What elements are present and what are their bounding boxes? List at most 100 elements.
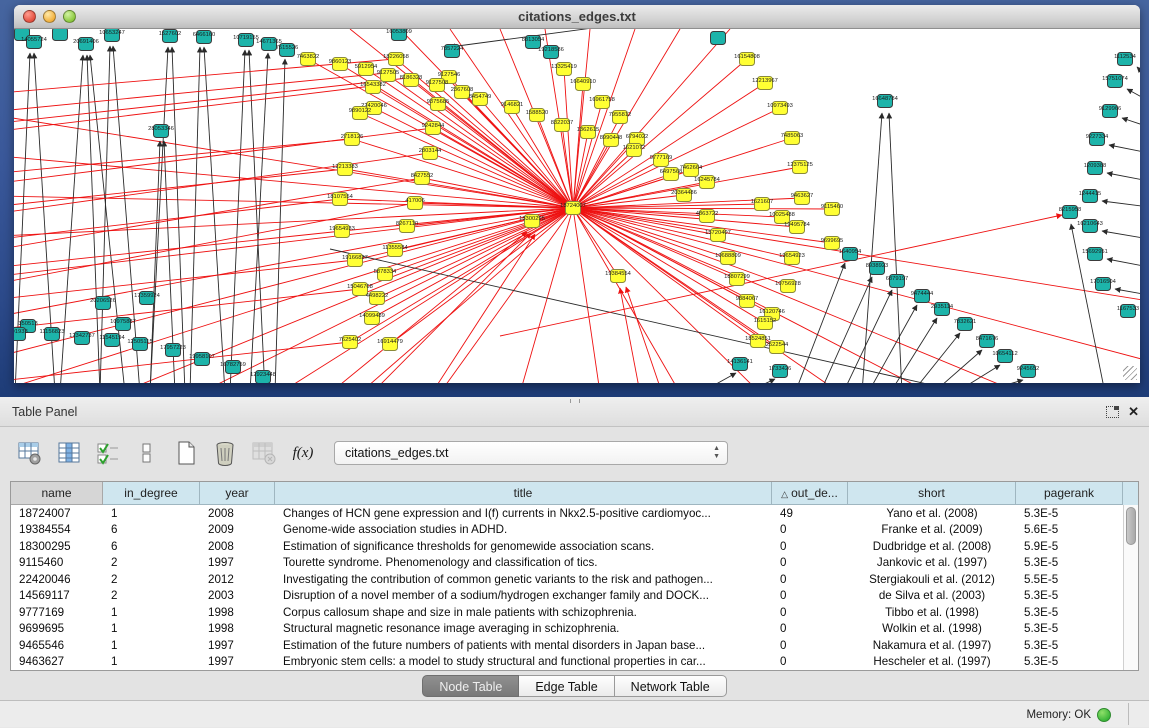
network-node[interactable]: 7625402 [339, 336, 362, 349]
network-node[interactable]: 9146821 [501, 101, 524, 114]
network-node[interactable]: 17359924 [134, 292, 161, 305]
network-node[interactable]: 16053809 [386, 29, 412, 41]
table-cell[interactable]: 0 [772, 573, 848, 586]
table-cell[interactable]: Yano et al. (2008) [848, 507, 1016, 520]
network-node[interactable]: 8471676 [976, 335, 999, 348]
table-cell[interactable]: Changes of HCN gene expression and I(f) … [275, 507, 772, 520]
table-cell[interactable]: 2012 [200, 573, 275, 586]
network-node[interactable]: 1621072 [623, 144, 646, 157]
network-node[interactable]: 20691406 [73, 38, 99, 51]
network-node[interactable]: 2935114 [931, 303, 954, 316]
table-cell[interactable]: 1 [103, 606, 200, 619]
network-node[interactable]: 11156823 [40, 328, 65, 341]
network-node[interactable]: 9127505 [377, 69, 400, 82]
network-node[interactable]: 1112534 [1114, 53, 1136, 66]
table-row[interactable]: 946362711997Embryonic stem cells: a mode… [11, 654, 1123, 671]
table-row[interactable]: 1872400712008Changes of HCN gene express… [11, 505, 1123, 522]
network-node[interactable]: 16154808 [734, 53, 760, 66]
table-cell[interactable]: 18300295 [11, 540, 103, 553]
table-cell[interactable]: Hescheler et al. (1997) [848, 655, 1016, 668]
table-cell[interactable]: 2008 [200, 507, 275, 520]
table-cell[interactable]: 2 [103, 556, 200, 569]
network-node[interactable]: 8454749 [469, 93, 492, 106]
network-node[interactable]: 417006 [405, 197, 424, 210]
table-cell[interactable]: 0 [772, 556, 848, 569]
vertical-scrollbar[interactable] [1123, 505, 1138, 670]
network-node[interactable]: 6466160 [193, 31, 216, 44]
network-node[interactable]: 16210643 [1077, 220, 1103, 233]
table-cell[interactable]: 1998 [200, 606, 275, 619]
table-cell[interactable]: 6 [103, 523, 200, 536]
column-header-short[interactable]: short [848, 482, 1016, 505]
network-node[interactable]: 12213967 [752, 77, 778, 90]
network-node[interactable]: 17957223 [160, 344, 186, 357]
table-cell[interactable]: Stergiakouli et al. (2012) [848, 573, 1016, 586]
column-header-in_degree[interactable]: in_degree [103, 482, 200, 505]
network-node[interactable]: 12505115 [127, 338, 152, 351]
table-cell[interactable]: 22420046 [11, 573, 103, 586]
network-node[interactable] [53, 29, 68, 41]
network-node[interactable]: 12213383 [332, 163, 358, 176]
float-panel-icon[interactable] [1106, 406, 1119, 418]
network-node[interactable]: 28053346 [148, 125, 174, 138]
network-node[interactable]: 16543382 [360, 81, 386, 94]
network-node[interactable]: 8267110 [396, 220, 418, 233]
table-cell[interactable]: 1997 [200, 556, 275, 569]
table-cell[interactable]: 5.3E-5 [1016, 639, 1123, 652]
network-node[interactable]: 7462664 [680, 164, 703, 177]
tab-node-table[interactable]: Node Table [422, 675, 519, 697]
table-cell[interactable]: Tourette syndrome. Phenomenology and cla… [275, 556, 772, 569]
table-cell[interactable]: Disruption of a novel member of a sodium… [275, 589, 772, 602]
table-row[interactable]: 969969511998Structural magnetic resonanc… [11, 621, 1123, 638]
network-node[interactable]: 16640910 [570, 78, 596, 91]
network-node[interactable]: 9884067 [736, 295, 759, 308]
network-node[interactable]: 7955812 [609, 111, 632, 124]
network-node[interactable]: 7463822 [297, 53, 320, 66]
network-node[interactable]: 15692951 [1082, 248, 1108, 261]
table-cell[interactable]: 19384554 [11, 523, 103, 536]
network-node[interactable]: 15720407 [705, 229, 731, 242]
table-cell[interactable]: 2 [103, 589, 200, 602]
network-node[interactable]: 16914479 [377, 338, 403, 351]
network-node[interactable]: 1167533 [1117, 305, 1139, 318]
network-node[interactable]: 9375685 [427, 98, 450, 111]
network-node[interactable]: 9127508 [426, 79, 449, 92]
network-node[interactable]: 4863722 [696, 210, 719, 223]
table-cell[interactable]: 1 [103, 655, 200, 668]
table-cell[interactable]: Structural magnetic resonance image aver… [275, 622, 772, 635]
network-node[interactable]: 9699695 [821, 237, 844, 250]
network-node[interactable]: 7485063 [781, 132, 804, 145]
table-cell[interactable]: Jankovic et al. (1997) [848, 556, 1016, 569]
table-cell[interactable]: Estimation of significance thresholds fo… [275, 540, 772, 553]
network-node[interactable]: 9115460 [821, 203, 843, 216]
delete-column-icon[interactable] [211, 439, 239, 467]
network-node[interactable]: 9890122 [349, 107, 372, 120]
network-node[interactable]: 18807299 [724, 273, 750, 286]
tab-network-table[interactable]: Network Table [615, 675, 727, 697]
table-cell[interactable]: Tibbo et al. (1998) [848, 606, 1016, 619]
network-node[interactable]: 8427552 [411, 172, 434, 185]
network-node[interactable]: 1244415 [1079, 190, 1102, 203]
network-node[interactable]: 2718126 [341, 133, 364, 146]
network-node[interactable]: 10719155 [233, 34, 259, 47]
table-cell[interactable]: 1998 [200, 622, 275, 635]
network-node[interactable]: 11545194 [99, 334, 125, 347]
table-row[interactable]: 977716911998Corpus callosum shape and si… [11, 604, 1123, 621]
network-node[interactable]: 20364486 [671, 189, 697, 202]
show-selected-icon[interactable] [133, 439, 161, 467]
table-cell[interactable]: 5.3E-5 [1016, 589, 1123, 602]
network-node[interactable]: 18226058 [383, 53, 409, 66]
table-cell[interactable]: 1997 [200, 639, 275, 652]
network-node[interactable]: 6879197 [886, 275, 909, 288]
table-row[interactable]: 2242004622012Investigating the contribut… [11, 571, 1123, 588]
table-cell[interactable]: 14569117 [11, 589, 103, 602]
network-node[interactable]: 1621607 [751, 198, 774, 211]
network-node[interactable]: 19654923 [779, 252, 805, 265]
import-table-icon[interactable] [250, 439, 278, 467]
table-cell[interactable]: 0 [772, 589, 848, 602]
table-cell[interactable]: 9115460 [11, 556, 103, 569]
network-node[interactable]: 10975887 [110, 318, 136, 331]
network-node[interactable]: 7515526 [276, 44, 299, 57]
network-node[interactable]: 9227334 [1086, 133, 1109, 146]
table-cell[interactable]: Estimation of the future numbers of pati… [275, 639, 772, 652]
